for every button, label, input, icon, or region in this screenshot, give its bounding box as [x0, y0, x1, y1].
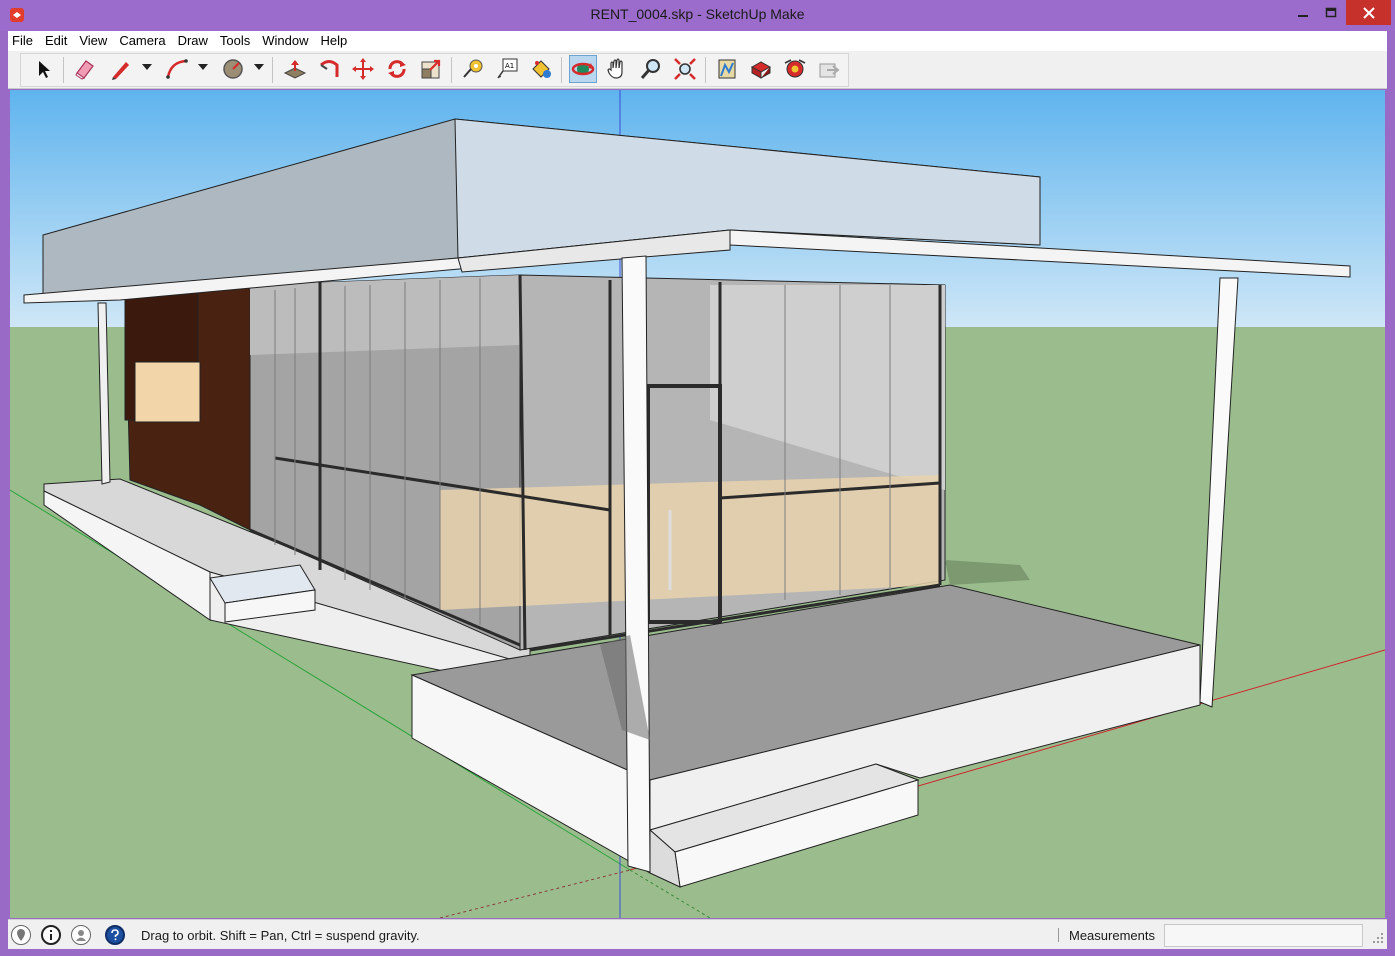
measurements-input[interactable] — [1164, 924, 1363, 947]
menu-window[interactable]: Window — [256, 31, 314, 51]
measurements-label: Measurements — [1069, 928, 1155, 943]
select-tool-button[interactable] — [29, 55, 57, 83]
line-tool-button[interactable] — [107, 55, 135, 83]
extension-warehouse-icon — [750, 61, 772, 79]
toolbar-separator — [272, 57, 273, 83]
getting-started-toolbar: A1 — [8, 51, 1387, 89]
rotate-tool-button[interactable] — [383, 55, 411, 83]
model-viewport[interactable] — [10, 90, 1385, 918]
zoom-icon — [640, 59, 660, 79]
model-drawing — [10, 90, 1385, 918]
shapes-tool-button[interactable] — [219, 55, 247, 83]
scale-icon — [421, 59, 441, 79]
pan-tool-button[interactable] — [603, 55, 631, 83]
minimize-icon — [1298, 14, 1308, 17]
paint-bucket-icon — [532, 60, 551, 78]
orbit-tool-button[interactable] — [569, 55, 597, 83]
zoom-extents-icon — [674, 58, 696, 80]
title-bar[interactable]: RENT_0004.skp - SketchUp Make — [0, 0, 1395, 31]
pan-icon — [607, 58, 623, 79]
menu-edit[interactable]: Edit — [39, 31, 73, 51]
menu-bar: File Edit View Camera Draw Tools Window … — [8, 31, 1387, 51]
push-pull-tool-button[interactable] — [281, 55, 309, 83]
geo-location-icon[interactable] — [11, 925, 31, 945]
move-icon — [352, 58, 374, 80]
menu-view[interactable]: View — [73, 31, 113, 51]
credits-icon[interactable] — [41, 925, 61, 945]
toolbar-separator — [561, 57, 562, 83]
menu-camera[interactable]: Camera — [113, 31, 171, 51]
tape-measure-icon — [463, 59, 483, 78]
select-icon — [39, 61, 50, 78]
share-model-icon — [819, 63, 840, 78]
close-icon — [1362, 6, 1375, 19]
arc-dropdown-icon[interactable] — [198, 64, 208, 70]
resize-grip-icon[interactable] — [1372, 932, 1384, 944]
text-tool-button[interactable]: A1 — [493, 55, 521, 83]
rotate-icon — [388, 60, 406, 78]
maximize-button[interactable] — [1316, 0, 1346, 25]
arc-tool-button[interactable] — [163, 55, 191, 83]
text-icon: A1 — [497, 58, 518, 79]
maximize-icon — [1325, 7, 1337, 17]
arc-icon — [166, 59, 188, 79]
app-window: RENT_0004.skp - SketchUp Make File Edit … — [0, 0, 1395, 956]
menu-help[interactable]: Help — [315, 31, 354, 51]
circle-shapes-icon — [223, 59, 243, 79]
line-dropdown-icon[interactable] — [142, 64, 152, 70]
eraser-tool-button[interactable] — [71, 55, 99, 83]
layout-icon — [784, 59, 806, 78]
menu-draw[interactable]: Draw — [172, 31, 214, 51]
share-model-button[interactable] — [815, 55, 843, 83]
pencil-line-icon — [112, 62, 129, 80]
3d-warehouse-icon — [718, 59, 736, 79]
move-tool-button[interactable] — [349, 55, 377, 83]
user-account-icon[interactable] — [71, 925, 91, 945]
minimize-button[interactable] — [1288, 0, 1318, 25]
paint-bucket-tool-button[interactable] — [527, 55, 555, 83]
3d-warehouse-button[interactable] — [713, 55, 741, 83]
toolbar-separator — [451, 57, 452, 83]
svg-text:A1: A1 — [505, 62, 514, 70]
help-icon[interactable] — [105, 925, 125, 945]
window-title: RENT_0004.skp - SketchUp Make — [590, 6, 805, 22]
shapes-dropdown-icon[interactable] — [254, 64, 264, 70]
follow-me-icon — [320, 60, 339, 77]
push-pull-icon — [283, 60, 307, 79]
measurements-divider — [1058, 928, 1059, 942]
toolbar-separator — [63, 57, 64, 83]
menu-tools[interactable]: Tools — [214, 31, 256, 51]
status-hint: Drag to orbit. Shift = Pan, Ctrl = suspe… — [141, 928, 420, 943]
menu-file[interactable]: File — [8, 31, 39, 51]
layout-button[interactable] — [781, 55, 809, 83]
follow-me-tool-button[interactable] — [315, 55, 343, 83]
close-button[interactable] — [1346, 0, 1391, 25]
scale-tool-button[interactable] — [417, 55, 445, 83]
zoom-extents-tool-button[interactable] — [671, 55, 699, 83]
extension-warehouse-button[interactable] — [747, 55, 775, 83]
side-window — [134, 361, 201, 423]
tape-measure-tool-button[interactable] — [459, 55, 487, 83]
zoom-tool-button[interactable] — [637, 55, 665, 83]
eraser-icon — [75, 60, 94, 80]
toolbar-separator — [705, 57, 706, 83]
status-bar: Drag to orbit. Shift = Pan, Ctrl = suspe… — [8, 919, 1387, 949]
orbit-icon — [571, 62, 595, 76]
